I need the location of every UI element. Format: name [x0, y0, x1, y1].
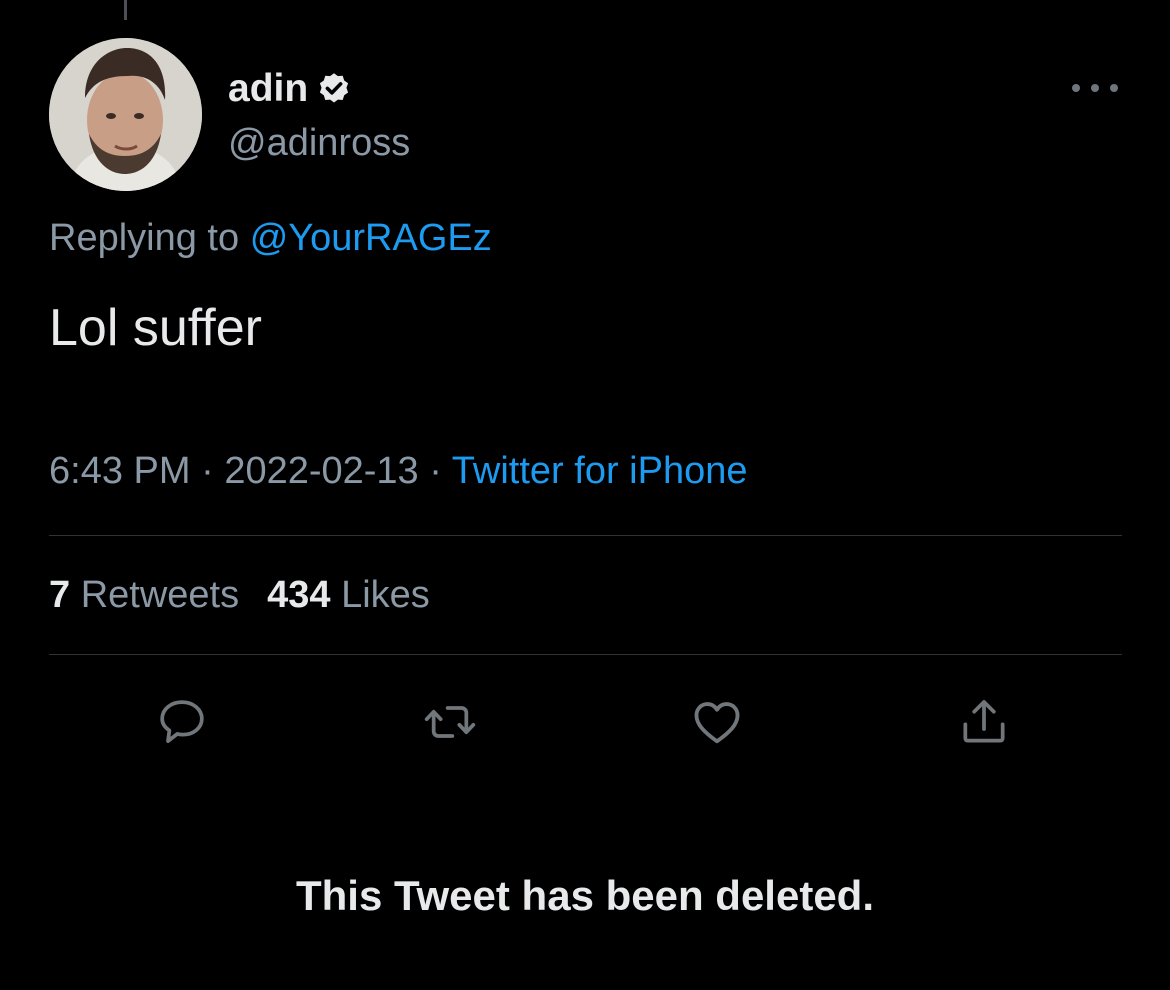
author-handle[interactable]: @adinross: [228, 120, 410, 166]
retweet-arrows-icon: [424, 706, 476, 738]
divider: [49, 654, 1122, 655]
author-display-name[interactable]: adin: [228, 66, 308, 112]
replying-to-line: Replying to @YourRAGEz: [49, 214, 492, 262]
more-dot: [1072, 84, 1080, 92]
tweet-text: Lol suffer: [49, 299, 262, 357]
deleted-tweet-notice: This Tweet has been deleted.: [295, 872, 875, 919]
tweet-time[interactable]: 6:43 PM: [49, 450, 191, 492]
more-dot: [1110, 84, 1118, 92]
share-button[interactable]: [952, 690, 1016, 754]
engagement-stats: 7 Retweets 434 Likes: [49, 571, 430, 619]
retweet-button[interactable]: [418, 690, 482, 754]
likes-label: Likes: [341, 574, 430, 616]
meta-separator: ·: [201, 450, 214, 492]
retweets-count: 7: [49, 574, 71, 616]
retweets-stat[interactable]: 7 Retweets: [49, 574, 239, 616]
more-dot: [1091, 84, 1099, 92]
avatar[interactable]: [49, 38, 202, 191]
likes-count: 434: [267, 574, 331, 616]
share-upload-icon: [963, 700, 1005, 743]
speech-bubble-icon: [160, 700, 204, 743]
tweet-meta: 6:43 PM · 2022-02-13 · Twitter for iPhon…: [49, 446, 747, 496]
reply-button[interactable]: [150, 690, 214, 754]
author-name-row[interactable]: adin: [228, 66, 352, 112]
divider: [49, 535, 1122, 536]
meta-separator: ·: [429, 450, 442, 492]
profile-photo-icon: [49, 38, 202, 191]
like-button[interactable]: [685, 690, 749, 754]
likes-stat[interactable]: 434 Likes: [267, 574, 430, 616]
retweets-label: Retweets: [80, 574, 240, 616]
more-options-icon[interactable]: [1072, 78, 1118, 98]
tweet-date[interactable]: 2022-02-13: [224, 450, 418, 492]
thread-connector-line: [124, 0, 127, 20]
replying-to-prefix: Replying to: [49, 217, 240, 259]
heart-icon: [694, 702, 740, 744]
verified-badge-icon: [320, 73, 349, 103]
tweet-source-link[interactable]: Twitter for iPhone: [452, 450, 748, 492]
reply-mention-link[interactable]: @YourRAGEz: [250, 217, 492, 259]
